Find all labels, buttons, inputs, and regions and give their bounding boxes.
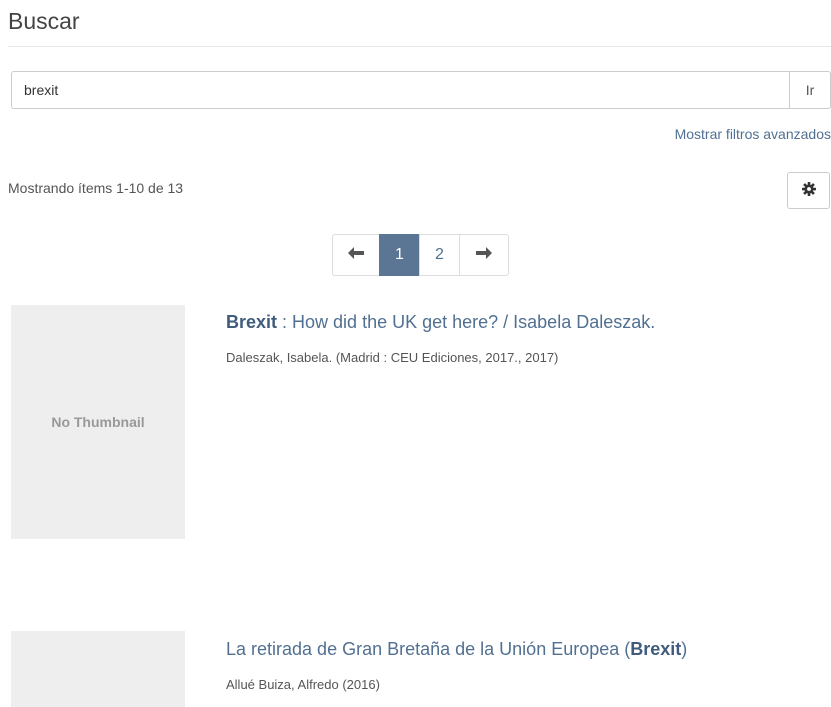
result-thumbnail[interactable]: No Thumbnail — [11, 305, 185, 539]
result-title-text: : How did the UK get here? / Isabela Dal… — [277, 312, 656, 332]
search-go-button[interactable]: Ir — [789, 71, 831, 109]
result-title-highlight: Brexit — [226, 312, 278, 332]
page-title: Buscar — [8, 8, 80, 34]
arrow-left-icon — [348, 246, 364, 264]
pagination-next-button[interactable] — [459, 234, 509, 276]
result-thumbnail[interactable] — [11, 631, 185, 707]
result-title-text: ) — [681, 639, 688, 659]
pagination-prev-button[interactable] — [332, 234, 380, 276]
arrow-right-icon — [476, 246, 492, 264]
result-metadata: Allué Buiza, Alfredo (2016) — [226, 677, 380, 692]
result-title-link[interactable]: La retirada de Gran Bretaña de la Unión … — [226, 639, 687, 660]
results-summary: Mostrando ítems 1-10 de 13 — [8, 180, 184, 196]
pagination: 1 2 — [332, 234, 509, 276]
pagination-page-2[interactable]: 2 — [419, 234, 460, 276]
gear-icon — [801, 182, 816, 199]
no-thumbnail-label: No Thumbnail — [51, 414, 145, 430]
search-input[interactable] — [11, 71, 789, 109]
pagination-page-1[interactable]: 1 — [379, 234, 420, 276]
settings-button[interactable] — [787, 172, 830, 209]
result-title-link[interactable]: Brexit : How did the UK get here? / Isab… — [226, 312, 655, 333]
title-divider — [8, 46, 831, 47]
search-bar: Ir — [11, 71, 831, 109]
result-title-highlight: Brexit — [630, 639, 682, 659]
advanced-filters-link[interactable]: Mostrar filtros avanzados — [675, 126, 831, 142]
result-title-text: La retirada de Gran Bretaña de la Unión … — [226, 639, 631, 659]
result-metadata: Daleszak, Isabela. (Madrid : CEU Edicion… — [226, 350, 559, 365]
